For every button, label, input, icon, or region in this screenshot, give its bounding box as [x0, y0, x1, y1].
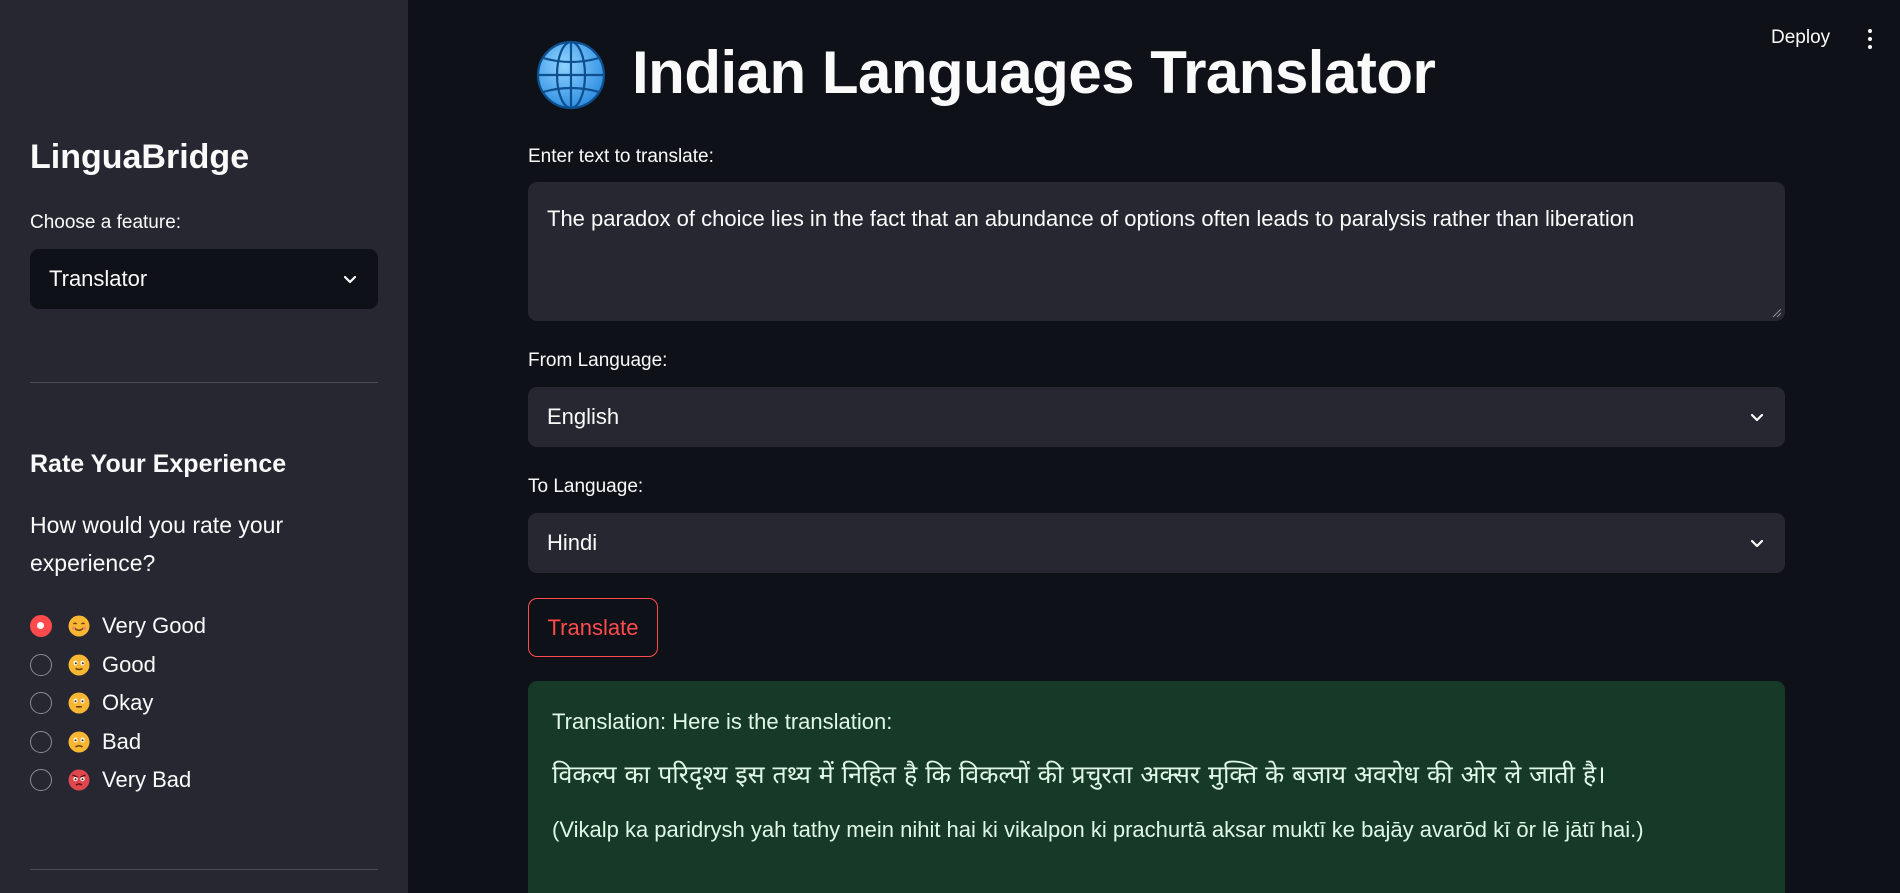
rating-radio-group: Very Good Good Okay Bad Very Bad [30, 607, 206, 800]
radio-button[interactable] [30, 692, 52, 715]
rating-option-good[interactable]: Good [30, 646, 206, 685]
from-language-label: From Language: [528, 350, 668, 371]
rating-option-label: Good [102, 651, 156, 677]
from-language-value: English [547, 404, 620, 429]
rating-option-label: Very Bad [102, 767, 192, 793]
feature-select-value: Translator [49, 266, 148, 291]
rating-option-okay[interactable]: Okay [30, 684, 206, 723]
translated-text: विकल्प का परिदृश्य इस तथ्य में निहित है … [552, 760, 1606, 789]
to-language-label: To Language: [528, 476, 644, 497]
resize-handle-icon[interactable] [1772, 308, 1782, 318]
to-language-select[interactable]: Hindi [528, 513, 1785, 573]
chevron-down-icon [343, 275, 357, 284]
slightly-smiling-face-icon [68, 654, 90, 676]
sidebar-divider [30, 869, 378, 870]
main-menu-icon[interactable] [1867, 29, 1873, 51]
from-language-select[interactable]: English [528, 387, 1785, 447]
app-name: LinguaBridge [30, 138, 250, 176]
smiling-face-icon [68, 615, 90, 637]
feature-select[interactable]: Translator [30, 249, 378, 309]
translation-result: Translation: Here is the translation: वि… [528, 681, 1785, 893]
sidebar: LinguaBridge Choose a feature: Translato… [0, 0, 408, 893]
rating-option-very-good[interactable]: Very Good [30, 607, 206, 646]
rating-option-very-bad[interactable]: Very Bad [30, 761, 206, 800]
rating-option-bad[interactable]: Bad [30, 723, 206, 762]
angry-face-icon [68, 769, 90, 791]
translation-heading: Translation: Here is the translation: [552, 709, 893, 734]
translate-button[interactable]: Translate [528, 598, 658, 657]
rating-option-label: Bad [102, 728, 142, 754]
translate-input-value: The paradox of choice lies in the fact t… [547, 206, 1635, 231]
radio-button[interactable] [30, 615, 52, 638]
radio-button[interactable] [30, 769, 52, 792]
sidebar-divider [30, 382, 378, 383]
page-title: Indian Languages Translator [632, 39, 1436, 106]
deploy-button[interactable]: Deploy [1771, 27, 1830, 49]
rate-title: Rate Your Experience [30, 450, 287, 478]
feature-select-label: Choose a feature: [30, 212, 182, 233]
chevron-down-icon [1750, 413, 1764, 422]
rating-option-label: Very Good [102, 613, 206, 639]
rate-question: How would you rate your experience? [30, 512, 284, 576]
neutral-face-icon [68, 692, 90, 714]
transliteration-text: (Vikalp ka paridrysh yah tathy mein nihi… [552, 817, 1644, 842]
rating-option-label: Okay [102, 690, 154, 716]
input-label: Enter text to translate: [528, 146, 714, 167]
globe-icon [536, 40, 606, 110]
to-language-value: Hindi [547, 530, 598, 555]
translate-input[interactable]: The paradox of choice lies in the fact t… [528, 182, 1785, 321]
chevron-down-icon [1750, 539, 1764, 548]
radio-button[interactable] [30, 730, 52, 753]
frowning-face-icon [68, 731, 90, 753]
radio-button[interactable] [30, 653, 52, 676]
